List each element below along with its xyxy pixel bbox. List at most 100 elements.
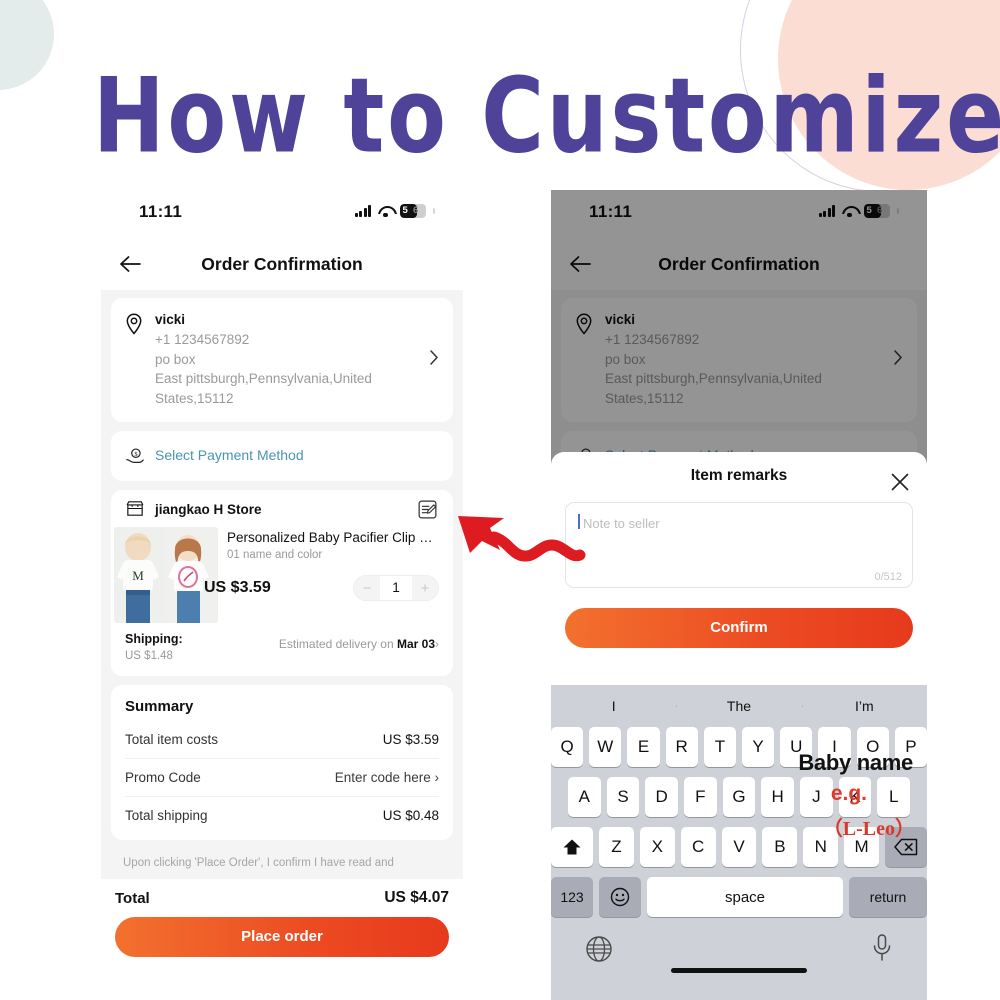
- key-h[interactable]: H: [761, 777, 795, 817]
- annotation-baby-name: Baby name: [798, 750, 913, 775]
- payment-hand-coin-icon: $: [125, 446, 145, 471]
- key-b[interactable]: B: [762, 827, 798, 867]
- summary-card: Summary Total item costs US $3.59 Promo …: [111, 685, 453, 840]
- key-a[interactable]: A: [567, 777, 601, 817]
- suggestion-3[interactable]: I’m: [801, 698, 927, 714]
- battery-icon: 5 6: [864, 204, 890, 218]
- shipping-cost: US $1.48: [125, 650, 173, 662]
- battery-icon: 5 6: [400, 204, 426, 218]
- edit-note-icon[interactable]: [418, 500, 437, 524]
- order-item-row[interactable]: M Personalized Baby Pacifier Clip Cu 01 …: [111, 527, 453, 623]
- summary-row-promo-code[interactable]: Promo Code Enter code here ›: [125, 759, 439, 797]
- total-row: Total US $4.07: [115, 883, 449, 917]
- shift-up-icon[interactable]: [551, 827, 593, 867]
- page-title: How to Customize: [93, 56, 1000, 177]
- summary-row-item-costs: Total item costs US $3.59: [125, 721, 439, 759]
- home-indicator: [671, 968, 807, 973]
- order-page-body: vicki +1 1234567892 po box East pittsbur…: [101, 290, 463, 879]
- battery-level: 5: [866, 205, 872, 216]
- back-button[interactable]: [563, 248, 597, 280]
- quantity-increment-button[interactable]: +: [412, 576, 438, 600]
- nav-title: Order Confirmation: [658, 254, 820, 274]
- battery-level-dim: 6: [413, 205, 419, 216]
- product-price: US $3.59: [204, 579, 271, 596]
- svg-text:M: M: [132, 568, 144, 583]
- address-line1: po box: [155, 351, 196, 367]
- microphone-icon[interactable]: [871, 933, 893, 968]
- shipping-row[interactable]: Shipping: US $1.48 Estimated delivery on…: [111, 623, 453, 676]
- return-key[interactable]: return: [849, 877, 927, 917]
- note-to-seller-input[interactable]: Note to seller 0/512: [565, 502, 913, 588]
- product-thumbnail: M: [114, 527, 218, 623]
- key-y[interactable]: Y: [742, 727, 775, 767]
- close-icon[interactable]: [889, 465, 911, 491]
- shipping-chevron-icon: ›: [435, 637, 439, 651]
- battery-tip: [433, 208, 435, 214]
- summary-label: Total item costs: [125, 732, 219, 747]
- key-l[interactable]: L: [877, 777, 911, 817]
- quantity-value[interactable]: 1: [380, 576, 412, 600]
- key-d[interactable]: D: [645, 777, 678, 817]
- address-phone: +1 1234567892: [155, 332, 250, 347]
- address-card[interactable]: vicki +1 1234567892 po box East pittsbur…: [561, 298, 917, 422]
- summary-label: Promo Code: [125, 770, 201, 785]
- globe-icon[interactable]: [585, 935, 613, 968]
- key-q[interactable]: Q: [551, 727, 584, 767]
- key-v[interactable]: V: [721, 827, 757, 867]
- battery-tip: [897, 208, 899, 214]
- summary-label: Total shipping: [125, 808, 208, 823]
- key-c[interactable]: C: [680, 827, 716, 867]
- address-line3: States,15112: [605, 390, 684, 406]
- signal-icon: [818, 205, 835, 217]
- address-name: vicki: [155, 312, 186, 327]
- address-line1: po box: [605, 351, 646, 367]
- key-f[interactable]: F: [684, 777, 717, 817]
- svg-text:$: $: [134, 451, 137, 458]
- back-button[interactable]: [113, 248, 147, 280]
- arrow-left-icon: [120, 256, 141, 272]
- quantity-decrement-button[interactable]: −: [354, 576, 380, 600]
- keyboard-row-2: A S D F G H J K L: [551, 777, 927, 817]
- dialog-title: Item remarks: [690, 467, 788, 484]
- shipping-label: Shipping:: [125, 632, 183, 646]
- note-placeholder: Note to seller: [583, 516, 660, 531]
- key-g[interactable]: G: [722, 777, 756, 817]
- quantity-stepper[interactable]: − 1 +: [353, 575, 439, 601]
- store-item-card: jiangkao H Store M Personalized Baby Pac…: [111, 490, 453, 676]
- shipping-estimate-prefix: Estimated delivery on: [278, 637, 397, 651]
- key-r[interactable]: R: [665, 727, 698, 767]
- emoji-smiley-icon[interactable]: [599, 877, 641, 917]
- status-icons: 5 6: [818, 204, 899, 218]
- phone-screen-left: 11:11 5 6 Order Confirmation vicki +1 12…: [101, 190, 463, 990]
- suggestion-1[interactable]: I: [551, 698, 676, 714]
- select-payment-method-row[interactable]: $ Select Payment Method: [111, 431, 453, 481]
- store-row[interactable]: jiangkao H Store: [111, 490, 453, 527]
- suggestion-2[interactable]: The: [676, 698, 801, 714]
- place-order-button[interactable]: Place order: [115, 917, 449, 957]
- numbers-key[interactable]: 123: [551, 877, 593, 917]
- payment-method-label: Select Payment Method: [155, 447, 304, 463]
- key-s[interactable]: S: [606, 777, 640, 817]
- summary-value[interactable]: Enter code here ›: [335, 770, 439, 785]
- status-bar: 11:11 5 6: [551, 190, 927, 238]
- address-phone: +1 1234567892: [605, 332, 700, 347]
- signal-icon: [354, 205, 371, 217]
- confirm-button[interactable]: Confirm: [565, 608, 913, 648]
- key-e[interactable]: E: [627, 727, 660, 767]
- total-value: US $4.07: [384, 889, 449, 906]
- address-card[interactable]: vicki +1 1234567892 po box East pittsbur…: [111, 298, 453, 422]
- summary-value: US $3.59: [382, 732, 439, 747]
- space-key[interactable]: space: [647, 877, 843, 917]
- shipping-estimate-date: Mar 03: [396, 637, 435, 651]
- key-z[interactable]: Z: [599, 827, 634, 867]
- annotation-example: （L-Leo）: [822, 818, 915, 840]
- key-x[interactable]: X: [639, 827, 675, 867]
- address-line3: States,15112: [155, 390, 234, 406]
- key-t[interactable]: T: [703, 727, 736, 767]
- on-screen-keyboard: I The I’m Q W E R T Y U I O P A S D F G …: [551, 685, 927, 1000]
- key-j[interactable]: J: [800, 777, 833, 817]
- key-w[interactable]: W: [589, 727, 622, 767]
- dialog-header: Item remarks: [551, 452, 927, 500]
- order-disclaimer: Upon clicking 'Place Order', I confirm I…: [111, 849, 453, 879]
- phone-screen-right: 11:11 5 6 Order Confirmation vicki +1 12…: [551, 190, 927, 1000]
